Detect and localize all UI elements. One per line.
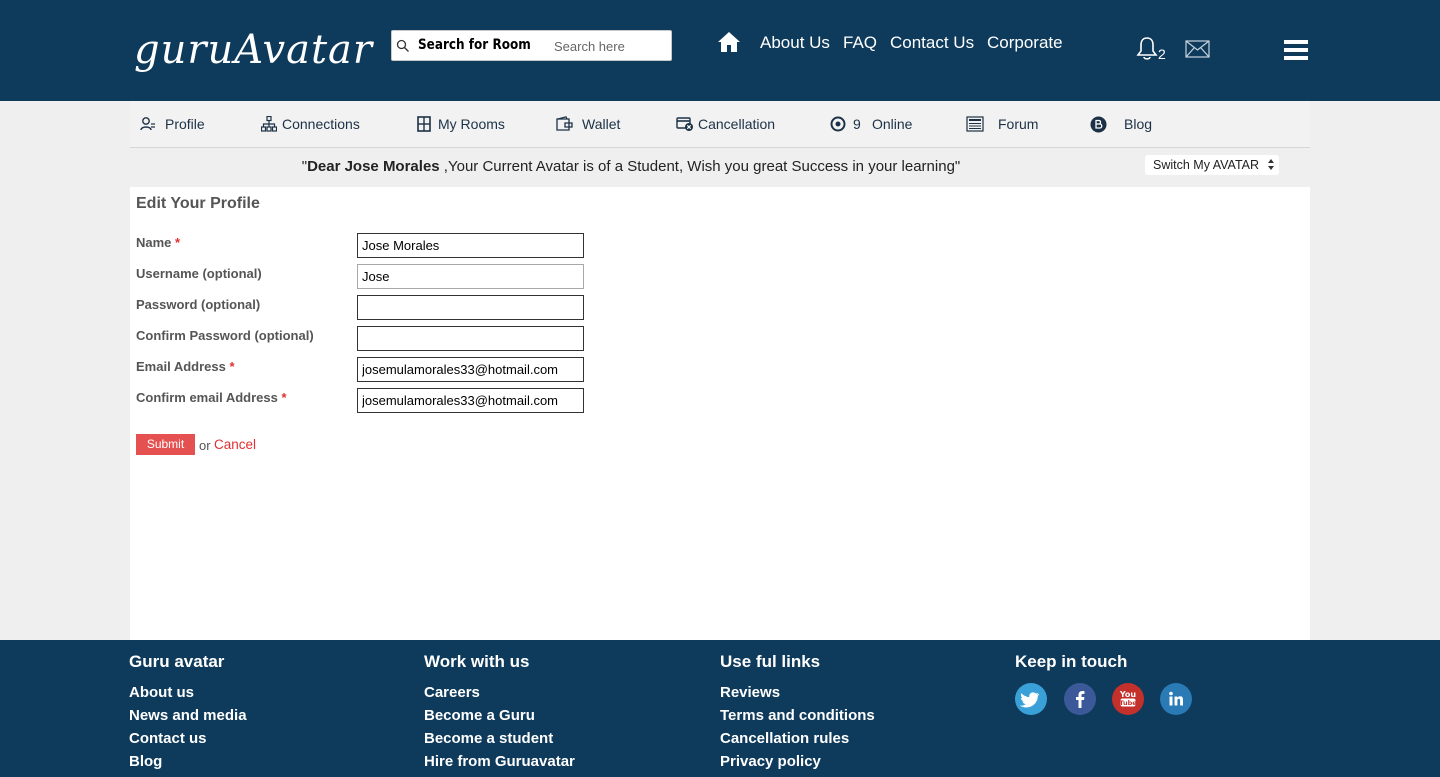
home-icon[interactable] [717, 31, 741, 53]
subnav-label: Blog [1124, 116, 1153, 132]
required-mark: * [281, 390, 287, 405]
footer-link[interactable]: Careers [424, 681, 575, 704]
rooms-icon [417, 116, 431, 132]
bell-icon[interactable] [1136, 36, 1158, 61]
confirm-email-label: Confirm email Address * [136, 390, 287, 405]
footer-column-keep-in-touch: Keep in touch [1015, 652, 1127, 681]
footer-link[interactable]: Blog [129, 750, 247, 773]
welcome-message: "Dear Jose Morales ,Your Current Avatar … [0, 158, 1262, 175]
site-header: guruAvatar Search for Room About Us FAQ … [0, 0, 1440, 101]
profile-subnav: Profile Connections My Rooms Wallet Canc… [130, 101, 1310, 148]
switch-avatar-label: Switch My AVATAR [1153, 158, 1260, 172]
footer-heading: Work with us [424, 652, 530, 671]
footer-link[interactable]: Terms and conditions [720, 704, 875, 727]
footer-column-useful-links: Use ful links Reviews Terms and conditio… [720, 652, 875, 773]
svg-text:You: You [1119, 690, 1137, 699]
mail-icon[interactable] [1185, 40, 1210, 58]
search-label: Search for Room [418, 37, 531, 53]
twitter-icon[interactable] [1015, 683, 1047, 715]
footer-heading: Keep in touch [1015, 652, 1128, 671]
name-label: Name * [136, 235, 180, 250]
subnav-label: Connections [282, 116, 360, 132]
confirm-password-input[interactable] [357, 326, 584, 351]
footer-link[interactable]: About us [129, 681, 247, 704]
youtube-icon[interactable]: You Tube [1112, 683, 1144, 715]
search-icon [396, 39, 409, 52]
footer-heading: Guru avatar [129, 652, 225, 671]
forum-icon [966, 116, 984, 132]
password-input[interactable] [357, 295, 584, 320]
footer-link[interactable]: Privacy policy [720, 750, 875, 773]
notification-count: 2 [1158, 46, 1166, 62]
linkedin-icon[interactable] [1160, 683, 1192, 715]
nav-about-us[interactable]: About Us [760, 33, 830, 55]
hamburger-menu-icon[interactable] [1284, 40, 1308, 60]
username-input[interactable] [357, 264, 584, 289]
submit-button[interactable]: Submit [136, 434, 195, 455]
site-footer: Guru avatar About us News and media Cont… [0, 640, 1440, 777]
subnav-label: Online [872, 116, 913, 132]
footer-link[interactable]: Contact us [129, 727, 247, 750]
blog-icon [1090, 116, 1107, 133]
or-text: or [199, 438, 211, 453]
svg-text:Tube: Tube [1119, 699, 1137, 707]
footer-column-work-with-us: Work with us Careers Become a Guru Becom… [424, 652, 575, 773]
welcome-text: ,Your Current Avatar is of a Student, Wi… [439, 158, 961, 175]
footer-link[interactable]: News and media [129, 704, 247, 727]
footer-link[interactable]: Hire from Guruavatar [424, 750, 575, 773]
online-count: 9 [853, 116, 861, 132]
subnav-label: Profile [165, 116, 205, 132]
confirm-email-input[interactable] [357, 388, 584, 413]
required-mark: * [175, 235, 181, 250]
footer-heading: Use ful links [720, 652, 821, 671]
welcome-name: Dear Jose Morales [307, 158, 440, 175]
network-icon [261, 116, 277, 132]
subnav-label: Cancellation [698, 116, 776, 132]
subnav-label: Wallet [582, 116, 621, 132]
nav-contact-us[interactable]: Contact Us [890, 33, 974, 55]
subnav-label: Forum [998, 116, 1039, 132]
footer-link[interactable]: Cancellation rules [720, 727, 875, 750]
email-input[interactable] [357, 357, 584, 382]
footer-link[interactable]: Become a Guru [424, 704, 575, 727]
label-text: Confirm email Address [136, 390, 278, 405]
required-mark: * [229, 359, 235, 374]
footer-link[interactable]: Reviews [720, 681, 875, 704]
select-arrows-icon [1268, 159, 1274, 170]
wallet-icon [556, 116, 573, 131]
cancel-link[interactable]: Cancel [214, 437, 256, 452]
edit-profile-panel: Edit Your Profile Name * Username (optio… [130, 187, 1310, 640]
form-title: Edit Your Profile [136, 195, 260, 212]
user-icon [140, 117, 155, 131]
nav-faq[interactable]: FAQ [843, 33, 877, 55]
confirm-password-label: Confirm Password (optional) [136, 328, 314, 343]
nav-corporate[interactable]: Corporate [987, 33, 1063, 55]
label-text: Name [136, 235, 172, 250]
switch-avatar-select[interactable]: Switch My AVATAR [1145, 155, 1279, 175]
username-label: Username (optional) [136, 266, 262, 281]
password-label: Password (optional) [136, 297, 261, 312]
label-text: Email Address [136, 359, 226, 374]
online-icon [830, 116, 846, 132]
facebook-icon[interactable] [1064, 683, 1096, 715]
search-input[interactable] [554, 36, 666, 56]
email-label: Email Address * [136, 359, 235, 374]
name-input[interactable] [357, 233, 584, 258]
footer-link[interactable]: Become a student [424, 727, 575, 750]
site-logo[interactable]: guruAvatar [134, 26, 373, 74]
cancellation-icon [676, 117, 693, 131]
footer-column-guru-avatar: Guru avatar About us News and media Cont… [129, 652, 247, 773]
subnav-label: My Rooms [438, 116, 505, 132]
room-search-box[interactable]: Search for Room [391, 30, 672, 61]
